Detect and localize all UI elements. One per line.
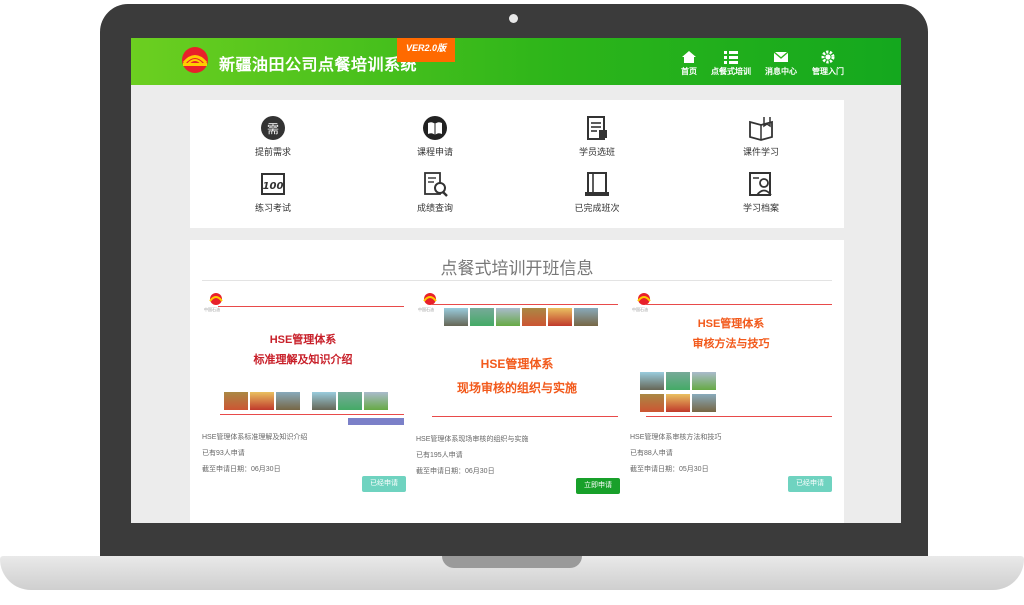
course-title-line1: HSE管理体系 [697, 318, 765, 330]
quick-links-panel: 需 提前需求 课程申请 学员选班 课件学习 100 练习考试 成绩查询 已完成班… [190, 100, 844, 228]
apply-deadline: 截至申请日期：06月30日 [416, 468, 495, 475]
apply-deadline: 截至申请日期：06月30日 [202, 466, 281, 473]
top-navbar: 新疆油田公司点餐培训系统 VER2.0版 首页 点餐式培训 消息中心 管理入门 [131, 38, 901, 85]
photo-strip [444, 308, 598, 326]
courseware-icon [749, 117, 773, 141]
section-title: 点餐式培训开班信息 [440, 259, 594, 278]
svg-text:100: 100 [263, 181, 284, 192]
mail-icon [773, 51, 789, 62]
score-query-icon [424, 172, 448, 197]
svg-text:需: 需 [267, 122, 279, 136]
applied-button[interactable]: 已经申请 [788, 476, 832, 492]
version-badge: VER2.0版 [397, 38, 455, 62]
class-select-icon [587, 116, 607, 140]
logo-caption: 中国石油 [204, 307, 220, 312]
course-title-line1: HSE管理体系 [480, 357, 554, 371]
nav-order-training[interactable]: 点餐式培训 [711, 50, 751, 77]
quick-link-need[interactable]: 需 提前需求 [228, 114, 318, 158]
camera-dot [509, 14, 518, 23]
quick-link-score-query[interactable]: 成绩查询 [390, 170, 480, 214]
exam-icon: 100 [261, 173, 285, 195]
archive-icon [749, 172, 772, 196]
applicant-count: 已有93人申请 [202, 450, 245, 457]
book-icon [423, 116, 447, 140]
quick-link-archive[interactable]: 学习档案 [716, 170, 806, 214]
quick-link-class-select[interactable]: 学员选班 [552, 114, 642, 158]
applied-button[interactable]: 已经申请 [362, 476, 406, 492]
photo-strip [640, 394, 716, 412]
course-card[interactable]: 中国石油 HSE管理体系 现场审核的组织与实施 HSE管理体系现场审核的组织与实… [414, 288, 620, 502]
petrochina-logo [209, 293, 223, 305]
applicant-count: 已有195人申请 [416, 452, 463, 459]
photo-strip [640, 372, 716, 390]
red-rule [220, 414, 404, 415]
petrochina-logo [182, 47, 208, 73]
quick-link-courseware[interactable]: 课件学习 [716, 114, 806, 158]
course-title-line2: 审核方法与技巧 [692, 338, 770, 350]
class-info-panel: 点餐式培训开班信息 中国石油 HSE管理体系 标准理解及知识介绍 HSE管理体系… [190, 240, 844, 523]
red-rule [646, 416, 832, 417]
logo-caption: 中国石油 [632, 307, 648, 312]
need-icon: 需 [261, 116, 285, 140]
nav-admin[interactable]: 管理入门 [812, 50, 844, 77]
red-rule [432, 304, 618, 305]
red-rule [646, 304, 832, 305]
course-thumbnail: 中国石油 HSE管理体系 审核方法与技巧 [628, 288, 834, 430]
course-title-line1: HSE管理体系 [269, 334, 337, 346]
photo-strip [312, 392, 388, 410]
course-thumbnail: 中国石油 HSE管理体系 现场审核的组织与实施 [414, 288, 620, 430]
course-name: HSE管理体系标准理解及知识介绍 [202, 434, 308, 441]
apply-now-button[interactable]: 立即申请 [576, 478, 620, 494]
nav-home[interactable]: 首页 [681, 50, 697, 77]
apply-deadline: 截至申请日期：05月30日 [630, 466, 709, 473]
course-card[interactable]: 中国石油 HSE管理体系 标准理解及知识介绍 HSE管理体系标准理解及知识介绍 [200, 288, 406, 502]
laptop-notch [442, 556, 582, 568]
course-title-line2: 标准理解及知识介绍 [253, 354, 353, 366]
course-title-line2: 现场审核的组织与实施 [456, 381, 577, 395]
applicant-count: 已有88人申请 [630, 450, 673, 457]
gear-icon [821, 50, 835, 64]
quick-link-exam[interactable]: 100 练习考试 [228, 170, 318, 214]
completed-icon [585, 172, 609, 196]
quick-link-completed[interactable]: 已完成班次 [552, 170, 642, 214]
red-rule [432, 416, 618, 417]
red-rule [218, 306, 404, 307]
course-thumbnail: 中国石油 HSE管理体系 标准理解及知识介绍 [200, 288, 406, 430]
app-screen: 新疆油田公司点餐培训系统 VER2.0版 首页 点餐式培训 消息中心 管理入门 … [131, 38, 901, 523]
logo-caption: 中国石油 [418, 307, 434, 312]
list-icon [724, 51, 738, 64]
photo-strip [224, 392, 300, 410]
course-name: HSE管理体系现场审核的组织与实施 [416, 436, 529, 443]
quick-link-course-apply[interactable]: 课程申请 [390, 114, 480, 158]
course-card[interactable]: 中国石油 HSE管理体系 审核方法与技巧 HSE管理体系审核方法和技巧 已有88… [628, 288, 834, 502]
app-title: 新疆油田公司点餐培训系统 [219, 57, 418, 74]
section-divider [202, 280, 832, 281]
course-name: HSE管理体系审核方法和技巧 [630, 434, 722, 441]
highlight-bar [348, 418, 404, 425]
home-icon [682, 51, 696, 63]
nav-message-center[interactable]: 消息中心 [765, 50, 797, 77]
